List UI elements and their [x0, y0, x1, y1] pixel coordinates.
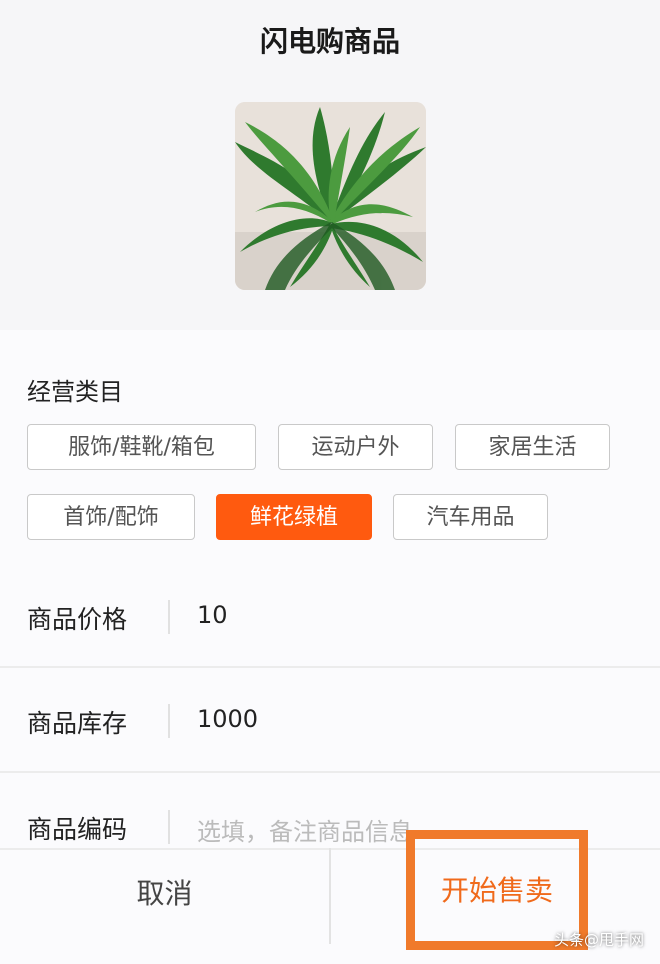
category-chip[interactable]: 服饰/鞋靴/箱包	[27, 424, 256, 470]
stock-label: 商品库存	[27, 709, 128, 738]
field-divider	[168, 704, 170, 738]
price-label: 商品价格	[27, 605, 128, 634]
code-label: 商品编码	[27, 815, 128, 844]
page-title: 闪电购商品	[259, 25, 400, 58]
category-chip[interactable]: 运动户外	[278, 424, 433, 470]
price-input[interactable]: 10	[197, 601, 228, 629]
category-label: 经营类目	[27, 378, 123, 406]
product-image[interactable]	[235, 102, 426, 290]
category-chip[interactable]: 汽车用品	[393, 494, 548, 540]
row-divider	[0, 666, 660, 668]
plant-image	[235, 102, 426, 290]
footer-divider	[329, 848, 331, 944]
category-chip[interactable]: 家居生活	[455, 424, 610, 470]
field-divider	[168, 810, 170, 844]
stock-input[interactable]: 1000	[197, 705, 258, 733]
row-divider	[0, 771, 660, 773]
cancel-button[interactable]: 取消	[0, 848, 329, 944]
category-chip-selected[interactable]: 鲜花绿植	[216, 494, 372, 540]
category-chip[interactable]: 首饰/配饰	[27, 494, 195, 540]
code-input[interactable]: 选填，备注商品信息	[197, 812, 413, 847]
watermark: 头条@甩手网	[553, 931, 644, 949]
field-divider	[168, 600, 170, 634]
